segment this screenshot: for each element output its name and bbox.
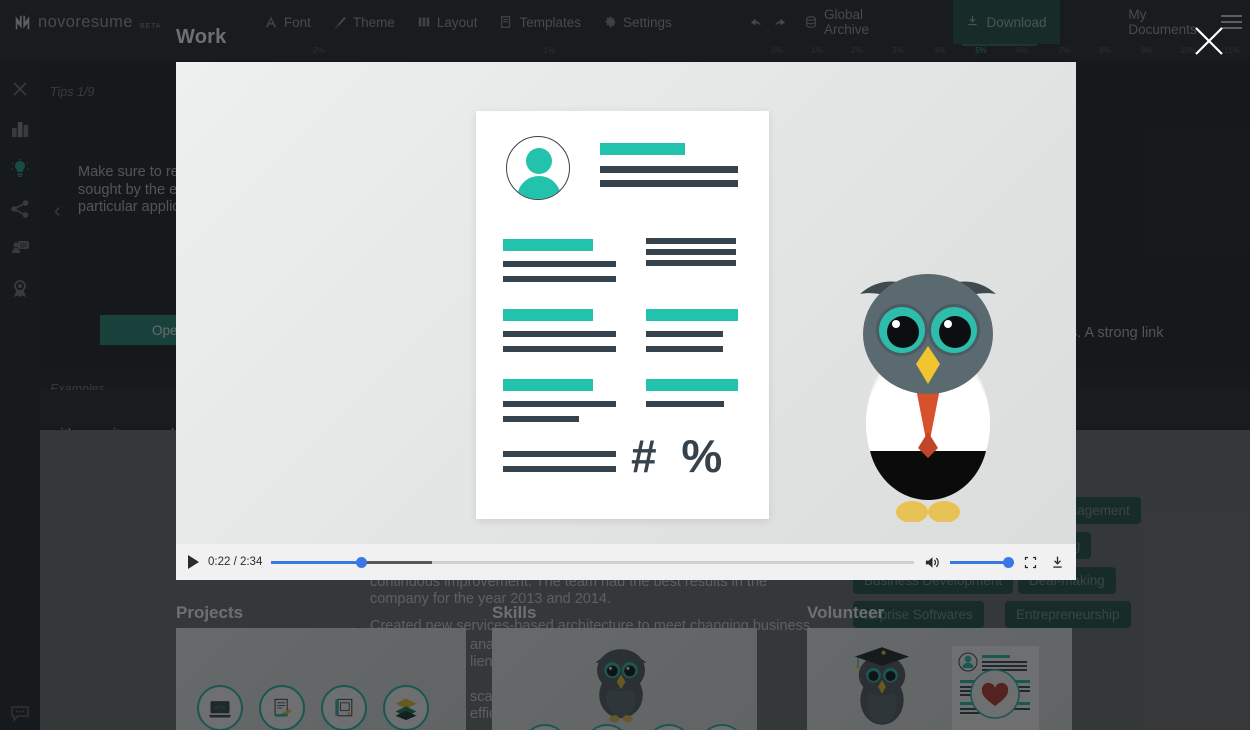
- doc-line-bar: [646, 331, 723, 337]
- resume-document-illustration: # %: [476, 111, 769, 519]
- avatar-head: [526, 148, 552, 174]
- doc-line-bar: [503, 451, 616, 457]
- video-stage[interactable]: # % Novoresume.com: [176, 62, 1076, 580]
- seek-progress: [271, 561, 362, 564]
- novoresume-owl-mascot: [860, 274, 996, 522]
- doc-line-bar: [646, 401, 724, 407]
- doc-line-bar: [503, 261, 616, 267]
- hash-percent-symbols: # %: [631, 430, 729, 482]
- avatar-body: [517, 176, 561, 199]
- seek-slider[interactable]: [271, 554, 914, 570]
- video-controls: 0:22 / 2:34: [176, 544, 1076, 580]
- play-icon[interactable]: [188, 555, 199, 569]
- fullscreen-icon[interactable]: [1021, 553, 1039, 571]
- doc-line-bar: [646, 346, 723, 352]
- volume-slider[interactable]: [950, 554, 1014, 570]
- volume-handle[interactable]: [1003, 557, 1014, 568]
- doc-line-bar: [503, 401, 616, 407]
- doc-line-bar: [503, 416, 579, 422]
- doc-line-bar: [646, 260, 736, 266]
- seek-handle[interactable]: [356, 557, 368, 568]
- doc-heading-bar: [503, 379, 593, 391]
- doc-line-bar: [600, 180, 738, 187]
- doc-line-bar: [503, 466, 616, 472]
- doc-heading-bar: [503, 309, 593, 321]
- video-modal: # % Novoresume.com: [176, 62, 1076, 580]
- doc-heading-bar: [600, 143, 685, 155]
- avatar-illustration: [506, 136, 570, 200]
- doc-line-bar: [646, 238, 736, 244]
- doc-line-bar: [600, 166, 738, 173]
- close-icon[interactable]: [1192, 24, 1226, 58]
- doc-heading-bar: [646, 379, 738, 391]
- doc-line-bar: [503, 276, 616, 282]
- doc-line-bar: [503, 331, 616, 337]
- time-display: 0:22 / 2:34: [208, 556, 263, 568]
- doc-heading-bar: [646, 309, 738, 321]
- download-icon[interactable]: [1048, 553, 1066, 571]
- app-root: novoresume BETA Design Font Theme Layout: [0, 0, 1250, 730]
- doc-line-bar: [646, 249, 736, 255]
- doc-line-bar: [503, 346, 616, 352]
- doc-heading-bar: [503, 239, 593, 251]
- volume-on-icon[interactable]: [923, 553, 941, 571]
